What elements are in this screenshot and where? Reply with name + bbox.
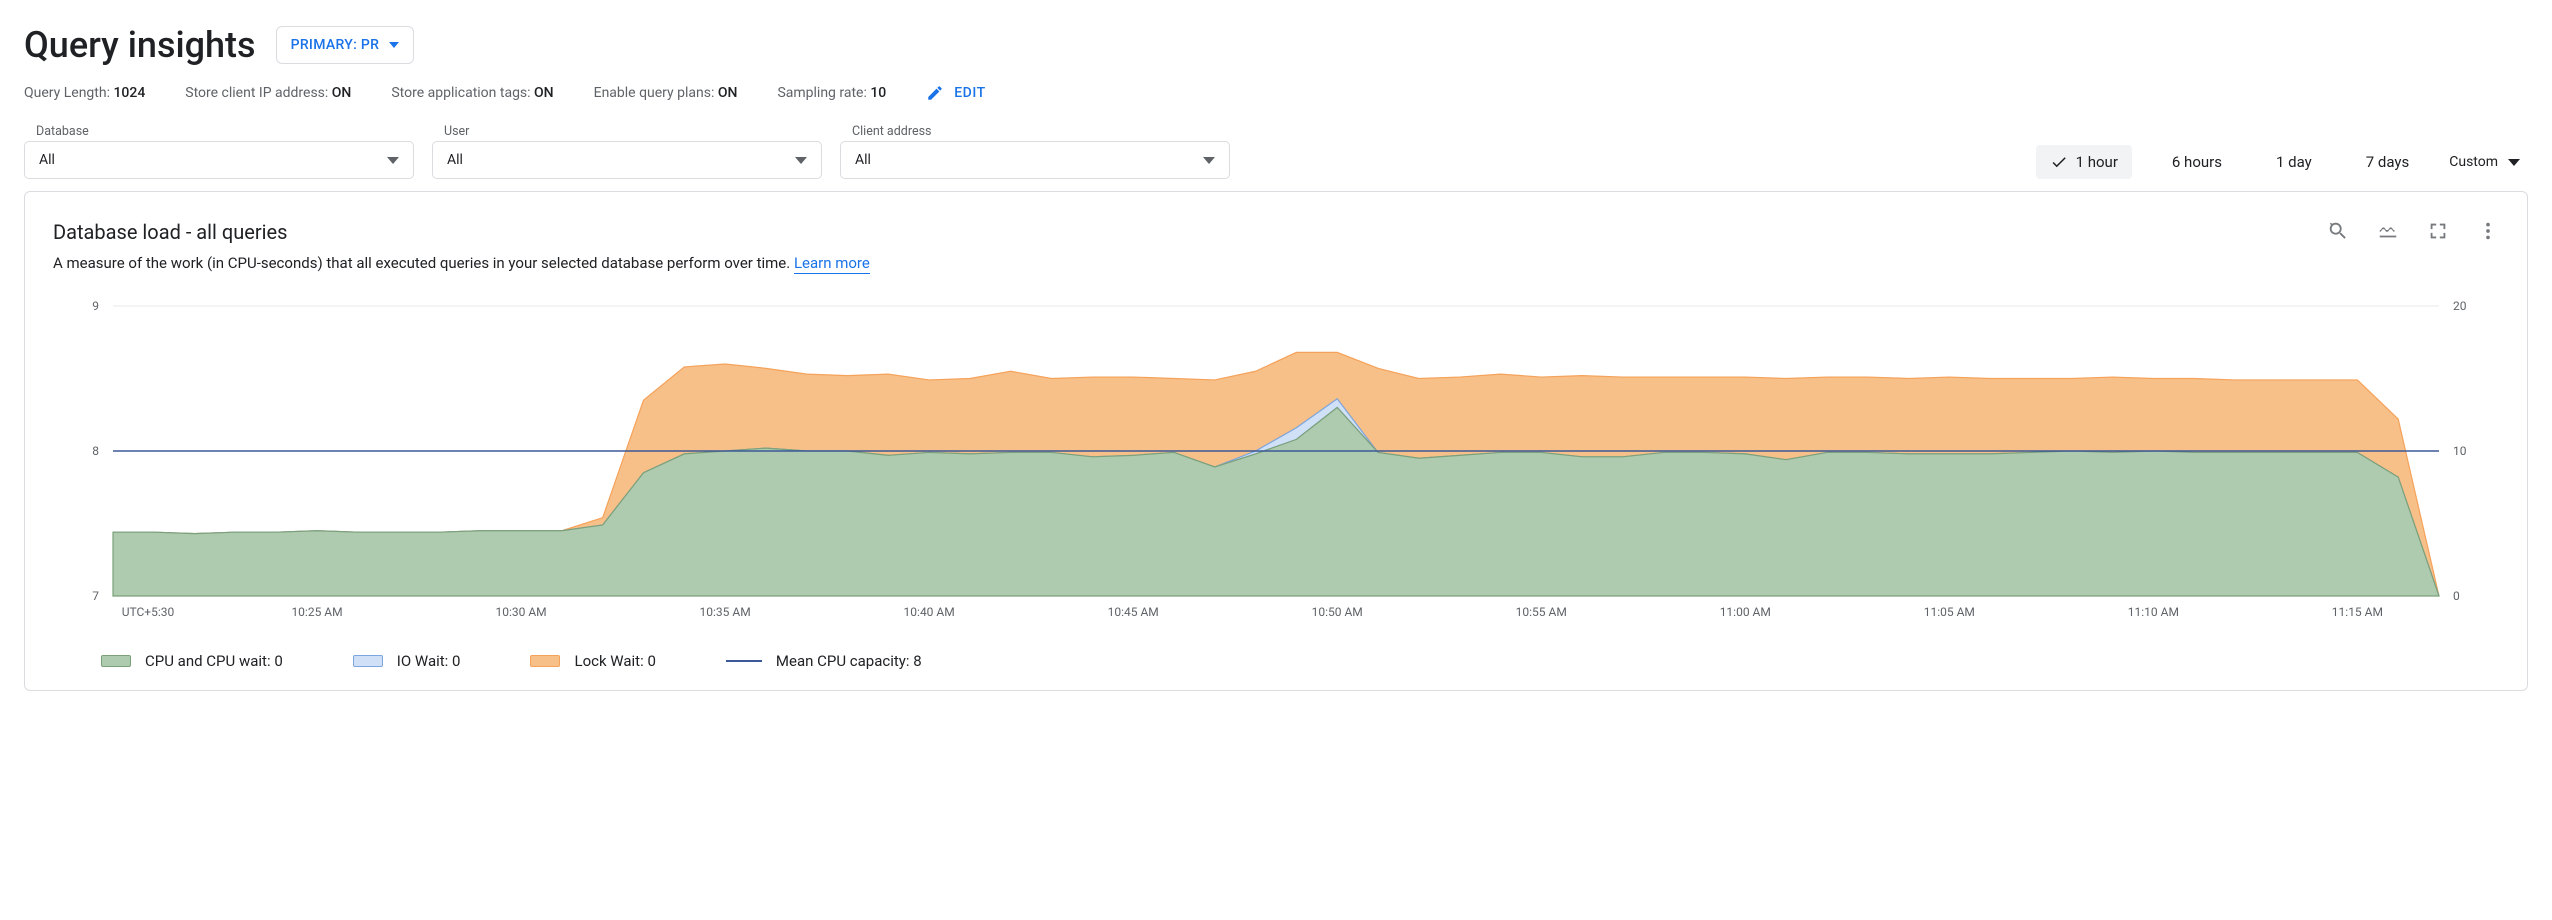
legend-swatch-capacity — [726, 660, 762, 662]
page-header: Query insights PRIMARY: PR — [24, 24, 2528, 66]
user-select-label: User — [432, 124, 822, 139]
chart-subtitle: A measure of the work (in CPU-seconds) t… — [53, 254, 870, 272]
page-title: Query insights — [24, 24, 256, 66]
chart-legend: CPU and CPU wait: 0 IO Wait: 0 Lock Wait… — [53, 652, 2499, 670]
user-select: User All — [432, 124, 822, 179]
legend-item-io[interactable]: IO Wait: 0 — [353, 652, 461, 670]
more-icon[interactable] — [2477, 220, 2499, 242]
instance-selector[interactable]: PRIMARY: PR — [276, 26, 415, 64]
legend-toggle-icon[interactable] — [2377, 220, 2399, 242]
legend-swatch-lock — [530, 655, 560, 667]
client-select-box[interactable]: All — [840, 141, 1230, 179]
time-range-custom[interactable]: Custom — [2449, 154, 2520, 170]
config-store-tags: Store application tags: ON — [391, 85, 553, 101]
pencil-icon — [926, 84, 944, 102]
chart-toolbar — [2327, 220, 2499, 242]
instance-selector-label: PRIMARY: PR — [291, 37, 380, 53]
legend-swatch-cpu — [101, 655, 131, 667]
client-select-label: Client address — [840, 124, 1230, 139]
config-query-length: Query Length: 1024 — [24, 85, 145, 101]
svg-text:11:15 AM: 11:15 AM — [2332, 605, 2383, 619]
time-range-picker: 1 hour 6 hours 1 day 7 days Custom — [2036, 145, 2528, 179]
chart-title: Database load - all queries — [53, 220, 870, 244]
svg-text:20: 20 — [2453, 299, 2467, 313]
caret-down-icon — [1203, 157, 1215, 164]
svg-text:10:50 AM: 10:50 AM — [1312, 605, 1363, 619]
svg-text:7: 7 — [92, 589, 99, 603]
svg-text:10:55 AM: 10:55 AM — [1516, 605, 1567, 619]
svg-text:10:40 AM: 10:40 AM — [904, 605, 955, 619]
svg-text:11:10 AM: 11:10 AM — [2128, 605, 2179, 619]
time-range-6h[interactable]: 6 hours — [2158, 145, 2236, 179]
caret-down-icon — [795, 157, 807, 164]
client-select: Client address All — [840, 124, 1230, 179]
zoom-reset-icon[interactable] — [2327, 220, 2349, 242]
config-store-ip: Store client IP address: ON — [185, 85, 351, 101]
svg-text:10:35 AM: 10:35 AM — [700, 605, 751, 619]
database-select-box[interactable]: All — [24, 141, 414, 179]
expand-icon[interactable] — [2427, 220, 2449, 242]
legend-item-cpu[interactable]: CPU and CPU wait: 0 — [101, 652, 283, 670]
svg-text:10:45 AM: 10:45 AM — [1108, 605, 1159, 619]
svg-text:0: 0 — [2453, 589, 2460, 603]
config-query-plans: Enable query plans: ON — [594, 85, 738, 101]
time-range-1d[interactable]: 1 day — [2262, 145, 2326, 179]
legend-item-lock[interactable]: Lock Wait: 0 — [530, 652, 655, 670]
database-select-label: Database — [24, 124, 414, 139]
svg-text:9: 9 — [92, 299, 99, 313]
caret-down-icon — [387, 157, 399, 164]
svg-text:10:30 AM: 10:30 AM — [495, 605, 546, 619]
edit-button[interactable]: EDIT — [926, 84, 985, 102]
config-strip: Query Length: 1024 Store client IP addre… — [24, 84, 2528, 102]
filters-row: Database All User All Client address All — [24, 124, 2528, 179]
svg-text:11:00 AM: 11:00 AM — [1720, 605, 1771, 619]
chart-area[interactable]: 7 8 9 0 10 20 10:25 AM 10:30 AM 10:35 AM 10:40 AM… — [53, 296, 2499, 640]
legend-swatch-io — [353, 655, 383, 667]
learn-more-link[interactable]: Learn more — [794, 254, 870, 274]
svg-text:10:25 AM: 10:25 AM — [291, 605, 342, 619]
time-range-1h[interactable]: 1 hour — [2036, 145, 2132, 179]
chart-card: Database load - all queries A measure of… — [24, 191, 2528, 691]
svg-text:UTC+5:30: UTC+5:30 — [122, 605, 175, 619]
svg-text:8: 8 — [92, 444, 99, 458]
time-range-7d[interactable]: 7 days — [2352, 145, 2424, 179]
caret-down-icon — [2508, 159, 2520, 166]
config-sampling: Sampling rate: 10 — [777, 85, 886, 101]
caret-down-icon — [389, 42, 399, 48]
svg-text:11:05 AM: 11:05 AM — [1924, 605, 1975, 619]
user-select-box[interactable]: All — [432, 141, 822, 179]
database-select: Database All — [24, 124, 414, 179]
svg-text:10: 10 — [2453, 444, 2467, 458]
legend-item-capacity[interactable]: Mean CPU capacity: 8 — [726, 652, 922, 670]
check-icon — [2050, 153, 2068, 171]
edit-label: EDIT — [954, 85, 985, 101]
